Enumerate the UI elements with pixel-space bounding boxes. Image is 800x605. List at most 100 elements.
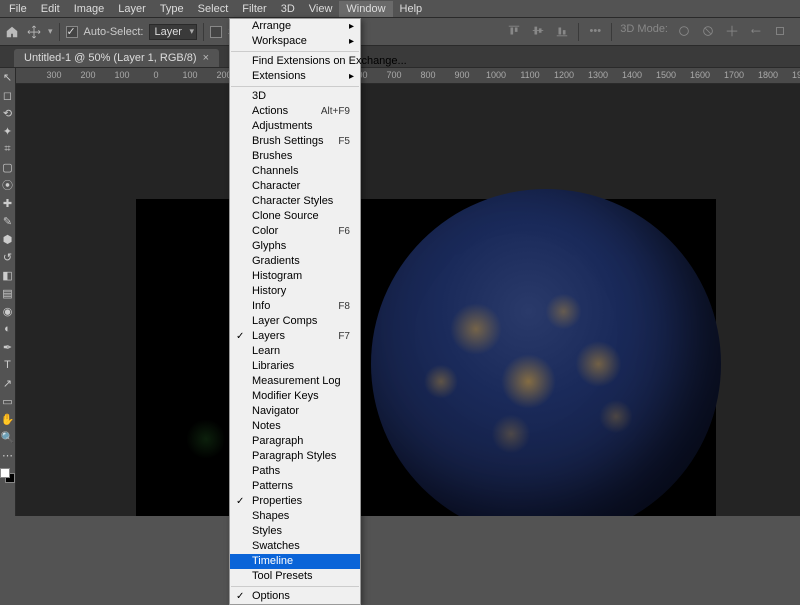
tool-crop[interactable]: ⌗ <box>0 140 16 158</box>
menu-item-find-extensions-on-exchange-[interactable]: Find Extensions on Exchange... <box>230 54 360 69</box>
canvas-area[interactable] <box>16 84 800 516</box>
more-icon[interactable]: ••• <box>587 23 603 39</box>
menu-item-patterns[interactable]: Patterns <box>230 479 360 494</box>
3d-slide-icon[interactable] <box>748 23 764 39</box>
tool-eraser[interactable]: ◧ <box>0 266 16 284</box>
close-icon[interactable]: × <box>203 52 209 64</box>
menu-layer[interactable]: Layer <box>111 1 153 17</box>
menu-edit[interactable]: Edit <box>34 1 67 17</box>
tool-blur[interactable]: ◉ <box>0 302 16 320</box>
menu-item-learn[interactable]: Learn <box>230 344 360 359</box>
move-tool-icon[interactable] <box>26 24 42 40</box>
3d-pan-icon[interactable] <box>724 23 740 39</box>
menu-item-brushes[interactable]: Brushes <box>230 149 360 164</box>
menu-item-actions[interactable]: ActionsAlt+F9 <box>230 104 360 119</box>
menu-item-paragraph[interactable]: Paragraph <box>230 434 360 449</box>
menu-item-color[interactable]: ColorF6 <box>230 224 360 239</box>
menu-filter[interactable]: Filter <box>235 1 273 17</box>
ruler-tick: 1400 <box>622 70 642 80</box>
menu-item-layer-comps[interactable]: Layer Comps <box>230 314 360 329</box>
tool-marquee[interactable]: ◻ <box>0 86 16 104</box>
menu-3d[interactable]: 3D <box>274 1 302 17</box>
tool-move[interactable]: ↖ <box>0 68 16 86</box>
tool-zoom[interactable]: 🔍 <box>0 428 16 446</box>
tool-frame[interactable]: ▢ <box>0 158 16 176</box>
menu-item-measurement-log[interactable]: Measurement Log <box>230 374 360 389</box>
tool-hand[interactable]: ✋ <box>0 410 16 428</box>
tool-dodge[interactable]: ◐ <box>0 320 16 338</box>
menu-window[interactable]: Window <box>339 1 392 17</box>
menu-item-glyphs[interactable]: Glyphs <box>230 239 360 254</box>
menu-item-clone-source[interactable]: Clone Source <box>230 209 360 224</box>
menu-item-adjustments[interactable]: Adjustments <box>230 119 360 134</box>
document-tab[interactable]: Untitled-1 @ 50% (Layer 1, RGB/8) × <box>14 49 219 67</box>
chevron-down-icon[interactable]: ▾ <box>48 26 53 37</box>
3d-roll-icon[interactable] <box>700 23 716 39</box>
menu-item-styles[interactable]: Styles <box>230 524 360 539</box>
menu-item-history[interactable]: History <box>230 284 360 299</box>
menu-item-character[interactable]: Character <box>230 179 360 194</box>
3d-orbit-icon[interactable] <box>676 23 692 39</box>
menu-item-notes[interactable]: Notes <box>230 419 360 434</box>
menu-item-paths[interactable]: Paths <box>230 464 360 479</box>
align-bottom-icon[interactable] <box>554 23 570 39</box>
tool-heal[interactable]: ✚ <box>0 194 16 212</box>
menu-item-info[interactable]: InfoF8 <box>230 299 360 314</box>
menu-item-gradients[interactable]: Gradients <box>230 254 360 269</box>
menu-item-shapes[interactable]: Shapes <box>230 509 360 524</box>
menu-item-channels[interactable]: Channels <box>230 164 360 179</box>
menu-item-arrange[interactable]: Arrange <box>230 19 360 34</box>
menu-item-paragraph-styles[interactable]: Paragraph Styles <box>230 449 360 464</box>
color-swatches[interactable] <box>0 468 16 488</box>
home-icon[interactable] <box>4 24 20 40</box>
align-vcenter-icon[interactable] <box>530 23 546 39</box>
menu-select[interactable]: Select <box>191 1 236 17</box>
menu-item-3d[interactable]: 3D <box>230 89 360 104</box>
document-canvas[interactable] <box>136 199 716 516</box>
menu-item-extensions[interactable]: Extensions <box>230 69 360 84</box>
shortcut-label: F5 <box>338 135 350 148</box>
ruler-tick: 300 <box>46 70 61 80</box>
menu-item-brush-settings[interactable]: Brush SettingsF5 <box>230 134 360 149</box>
ruler-tick: 0 <box>153 70 158 80</box>
menu-item-modifier-keys[interactable]: Modifier Keys <box>230 389 360 404</box>
tool-eyedrop[interactable]: ⦿ <box>0 176 16 194</box>
auto-select-checkbox[interactable] <box>66 26 78 38</box>
menu-item-libraries[interactable]: Libraries <box>230 359 360 374</box>
ruler-tick: 900 <box>454 70 469 80</box>
tool-history-brush[interactable]: ↺ <box>0 248 16 266</box>
tool-stamp[interactable]: ⬢ <box>0 230 16 248</box>
tool-lasso[interactable]: ⟲ <box>0 104 16 122</box>
tool-pen[interactable]: ✒ <box>0 338 16 356</box>
menu-file[interactable]: File <box>2 1 34 17</box>
ruler-tick: 800 <box>420 70 435 80</box>
menu-item-character-styles[interactable]: Character Styles <box>230 194 360 209</box>
tool-brush[interactable]: ✎ <box>0 212 16 230</box>
shortcut-label: F6 <box>338 225 350 238</box>
menu-item-histogram[interactable]: Histogram <box>230 269 360 284</box>
tool-wand[interactable]: ✦ <box>0 122 16 140</box>
align-top-icon[interactable] <box>506 23 522 39</box>
show-transform-checkbox[interactable] <box>210 26 222 38</box>
menu-item-timeline[interactable]: Timeline <box>230 554 360 569</box>
menu-view[interactable]: View <box>302 1 340 17</box>
tool-edit-toolbar[interactable]: ⋯ <box>0 446 16 464</box>
tool-shape[interactable]: ▭ <box>0 392 16 410</box>
menu-item-swatches[interactable]: Swatches <box>230 539 360 554</box>
menu-item-properties[interactable]: Properties <box>230 494 360 509</box>
tool-path[interactable]: ↗ <box>0 374 16 392</box>
menu-type[interactable]: Type <box>153 1 191 17</box>
auto-select-label: Auto-Select: <box>84 26 144 38</box>
menu-item-workspace[interactable]: Workspace <box>230 34 360 49</box>
3d-scale-icon[interactable] <box>772 23 788 39</box>
menu-item-options[interactable]: Options <box>230 589 360 604</box>
tool-type[interactable]: T <box>0 356 16 374</box>
layer-select[interactable]: Layer <box>149 24 197 40</box>
menu-item-layers[interactable]: LayersF7 <box>230 329 360 344</box>
menu-item-navigator[interactable]: Navigator <box>230 404 360 419</box>
menu-help[interactable]: Help <box>393 1 430 17</box>
shortcut-label: Alt+F9 <box>321 105 350 118</box>
menu-item-tool-presets[interactable]: Tool Presets <box>230 569 360 584</box>
menu-image[interactable]: Image <box>67 1 112 17</box>
tool-gradient[interactable]: ▤ <box>0 284 16 302</box>
